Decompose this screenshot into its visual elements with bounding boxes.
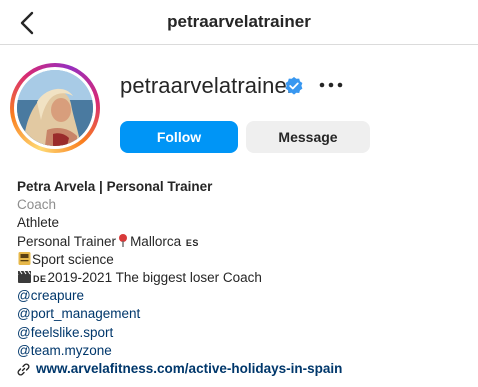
follow-button[interactable]: Follow [120,121,238,153]
link-icon [17,363,30,376]
bio-display-name: Petra Arvela | Personal Trainer [17,179,213,194]
more-options-icon [319,82,343,88]
bio-sport-text: Sport science [32,251,114,267]
bio-line-trainer: Personal Trainer Mallorca ES [17,233,467,251]
profile-bio: Petra Arvela | Personal Trainer Coach At… [17,178,467,378]
website-link[interactable]: www.arvelafitness.com/active-holidays-in… [36,361,342,376]
flag-es-label: ES [185,237,199,248]
mention-link[interactable]: @port_management [17,305,467,323]
bio-website-row: www.arvelafitness.com/active-holidays-in… [17,360,467,378]
bio-line-coach: DE2019-2021 The biggest loser Coach [17,269,467,287]
message-button[interactable]: Message [246,121,370,153]
bio-line-sport: Sport science [17,251,467,269]
verified-badge-icon [285,77,303,95]
bio-category: Coach [17,197,57,213]
more-options-button[interactable] [318,74,344,96]
flag-de-label: DE [33,273,47,284]
avatar-image [17,70,93,146]
bio-coach-text: 2019-2021 The biggest loser Coach [47,269,262,285]
clapperboard-icon [18,270,31,283]
top-navigation-bar: petraarvelatrainer [0,0,478,45]
mention-link[interactable]: @creapure [17,287,467,305]
bio-location-text: Mallorca [130,233,182,249]
header-username: petraarvelatrainer [167,12,311,31]
mention-link[interactable]: @feelslike.sport [17,324,467,342]
profile-username: petraarvelatrainer [120,73,295,98]
mention-link[interactable]: @team.myzone [17,342,467,360]
notebook-icon [18,251,31,265]
profile-avatar[interactable] [10,63,100,153]
bio-trainer-text: Personal Trainer [17,233,117,249]
bio-line-athlete: Athlete [17,215,60,231]
pushpin-icon [119,233,128,247]
